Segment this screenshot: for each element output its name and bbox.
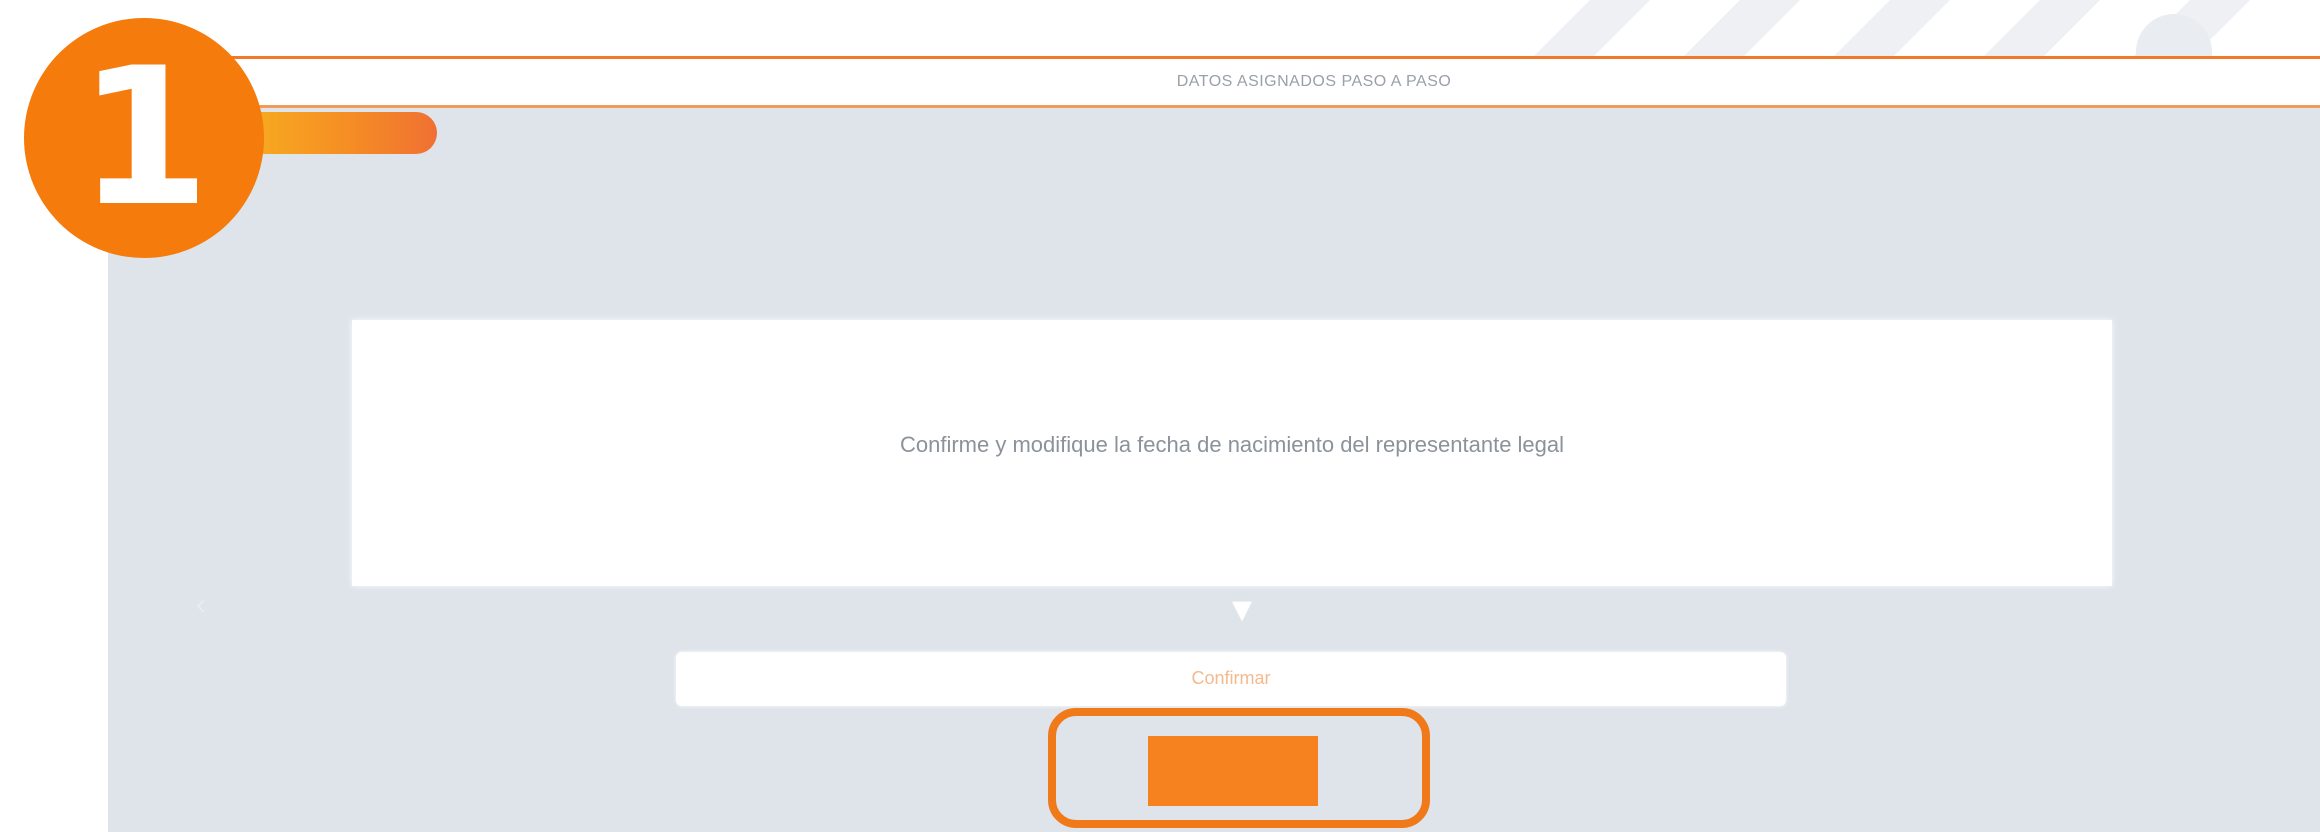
confirm-button[interactable]: [1148, 736, 1318, 806]
step-number-badge: 1: [24, 18, 264, 258]
down-arrow-icon: ▼: [1225, 591, 1259, 629]
top-bar-title: DATOS ASIGNADOS PASO A PASO: [1176, 73, 1452, 90]
top-bar: DATOS ASIGNADOS PASO A PASO: [108, 56, 2320, 108]
progress-bar: [220, 112, 682, 154]
secondary-action-bar[interactable]: Confirmar: [676, 652, 1786, 706]
dialog-message: Confirme y modifique la fecha de nacimie…: [899, 432, 1565, 457]
confirmation-dialog: Confirme y modifique la fecha de nacimie…: [352, 320, 2112, 586]
back-arrow-icon[interactable]: ‹: [196, 588, 230, 622]
secondary-action-label: Confirmar: [1191, 668, 1271, 688]
